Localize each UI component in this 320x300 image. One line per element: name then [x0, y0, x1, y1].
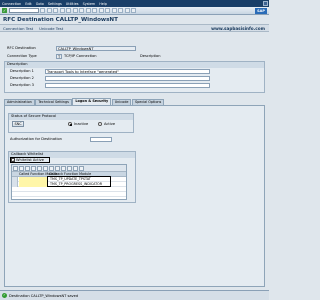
- cancel-icon[interactable]: [59, 8, 65, 13]
- rfc-destination-field: CALLTP_WindowsNT: [56, 45, 136, 51]
- inactive-radio[interactable]: [68, 122, 72, 126]
- description-frame-title: Description: [5, 62, 264, 68]
- connection-type-desc: TCP/IP Connection: [64, 54, 97, 58]
- last-page-icon[interactable]: [105, 8, 110, 13]
- find-icon[interactable]: [72, 8, 78, 13]
- find-next-icon[interactable]: [79, 8, 84, 13]
- title-bar: RFC Destination CALLTP_WindowsNT: [0, 15, 269, 24]
- callback-entries-highlight: [47, 175, 111, 187]
- table-paste-icon[interactable]: [43, 165, 48, 171]
- menu-connection[interactable]: Connection: [2, 2, 21, 6]
- table-toolbar: [12, 165, 126, 172]
- unicode-test-button[interactable]: Unicode Test: [39, 26, 63, 31]
- menu-goto[interactable]: Goto: [36, 2, 44, 6]
- tab-strip: Administration Technical Settings Logon …: [4, 98, 265, 105]
- authorization-field[interactable]: [90, 136, 112, 142]
- description-2-field[interactable]: [45, 75, 210, 81]
- table-row[interactable]: [12, 192, 126, 197]
- secure-protocol-title: Status of Secure Protocol: [9, 114, 133, 120]
- next-page-icon[interactable]: [98, 8, 104, 13]
- page-title: RFC Destination CALLTP_WindowsNT: [3, 16, 118, 23]
- connection-type-code: T: [56, 53, 62, 59]
- prev-page-icon[interactable]: [92, 8, 97, 13]
- shortcut-icon[interactable]: [118, 8, 123, 13]
- enter-check-icon[interactable]: ✓: [2, 8, 7, 13]
- system-toolbar: ✓ SAP: [0, 7, 269, 15]
- layout-menu-icon[interactable]: [131, 8, 136, 13]
- snc-button[interactable]: SNC: [12, 121, 25, 127]
- save-icon[interactable]: [40, 8, 45, 13]
- first-page-icon[interactable]: [85, 8, 91, 13]
- menu-help[interactable]: Help: [99, 2, 107, 6]
- menu-edit[interactable]: Edit: [25, 2, 32, 6]
- table-sort-asc-icon[interactable]: [55, 165, 60, 171]
- table-sort-desc-icon[interactable]: [61, 165, 66, 171]
- description-2-label: Description 2: [10, 76, 34, 80]
- table-details-icon[interactable]: [13, 165, 18, 171]
- description-col-label: Description: [140, 54, 161, 58]
- exit-icon[interactable]: [53, 8, 58, 13]
- table-undo-icon[interactable]: [49, 165, 54, 171]
- connection-test-button[interactable]: Connection Test: [3, 26, 33, 31]
- command-field[interactable]: [8, 8, 39, 13]
- back-icon[interactable]: [46, 8, 52, 13]
- table-copy-icon[interactable]: [31, 165, 36, 171]
- menu-system[interactable]: System: [83, 2, 96, 6]
- snc-label: SNC: [14, 122, 22, 126]
- table-insert-row-icon[interactable]: [19, 165, 24, 171]
- table-export-icon[interactable]: [79, 165, 84, 171]
- success-icon: ✓: [2, 293, 7, 298]
- description-3-label: Description 3: [10, 83, 34, 87]
- table-filter-icon[interactable]: [73, 165, 78, 171]
- watermark-text: www.sapbasisinfo.com: [211, 26, 265, 31]
- help-icon[interactable]: [124, 8, 130, 13]
- active-radio[interactable]: [98, 122, 102, 126]
- sap-logo-icon: SAP: [255, 8, 267, 14]
- connection-type-label: Connection Type: [7, 54, 37, 58]
- inactive-label: Inactive: [74, 122, 89, 126]
- description-3-field[interactable]: [45, 82, 210, 88]
- table-delete-row-icon[interactable]: [25, 165, 30, 171]
- print-icon[interactable]: [66, 8, 71, 13]
- menu-settings[interactable]: Settings: [48, 2, 62, 6]
- status-message: Destination CALLTP_WindowsNT saved: [9, 293, 79, 298]
- menu-utilities[interactable]: Utilities: [66, 2, 79, 6]
- whitelist-active-highlight: [9, 156, 50, 163]
- table-cut-icon[interactable]: [37, 165, 42, 171]
- rfc-destination-label: RFC Destination: [7, 46, 36, 50]
- menu-bar: Connection Edit Goto Settings Utilities …: [0, 0, 269, 7]
- tab-logon-security[interactable]: Logon & Security: [72, 98, 112, 105]
- window-close-icon[interactable]: [263, 1, 268, 6]
- description-1-field[interactable]: Transport Tools tp Interface "generated": [45, 68, 210, 74]
- table-find-icon[interactable]: [67, 165, 72, 171]
- active-label: Active: [104, 122, 116, 126]
- new-session-icon[interactable]: [111, 8, 117, 13]
- authorization-label: Authorization for Destination: [10, 137, 62, 141]
- status-bar: ✓ Destination CALLTP_WindowsNT saved: [0, 290, 269, 300]
- description-1-label: Description 1: [10, 69, 34, 73]
